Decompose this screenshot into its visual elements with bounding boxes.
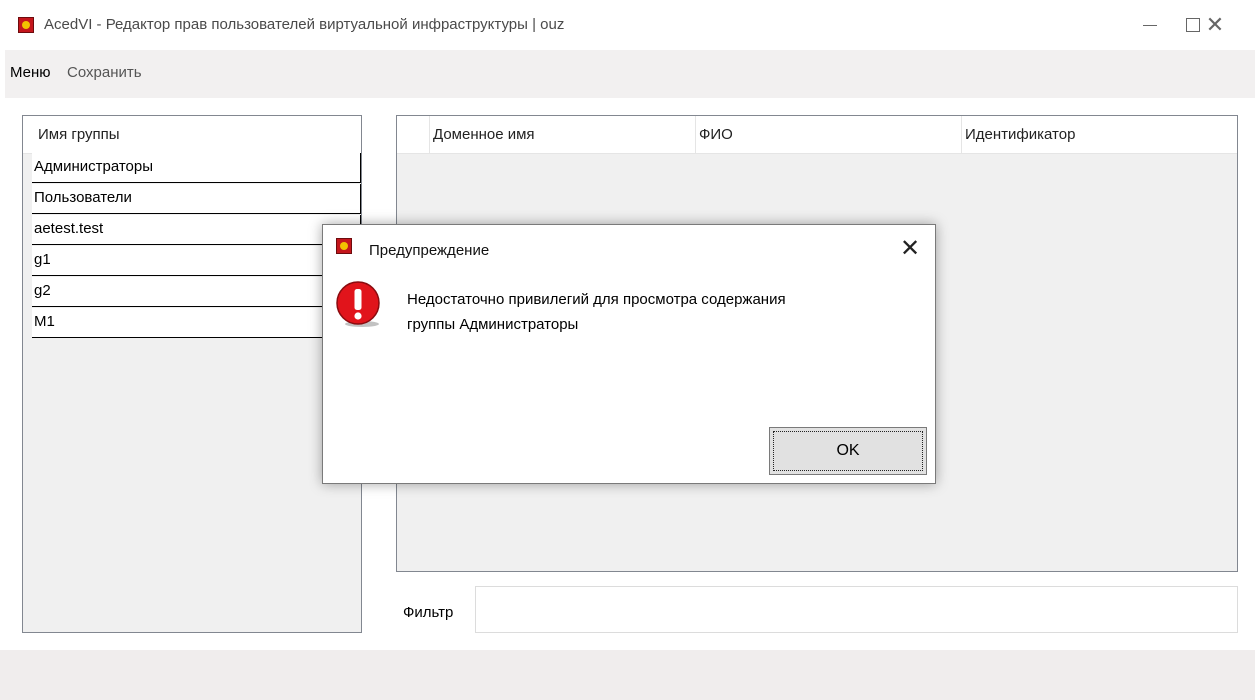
groups-column-header[interactable]: Имя группы	[23, 116, 361, 154]
groups-header-label: Имя группы	[38, 126, 120, 143]
error-exclamation-icon	[336, 281, 380, 327]
dialog-app-icon	[336, 238, 352, 254]
close-icon: ✕	[1205, 12, 1225, 37]
group-name: aetest.test	[34, 220, 104, 237]
column-label: ФИО	[699, 126, 733, 143]
group-name: Администраторы	[34, 158, 154, 175]
dialog-message-line: Недостаточно привилегий для просмотра со…	[407, 291, 786, 308]
dialog-message: Недостаточно привилегий для просмотра со…	[407, 287, 917, 337]
dialog-message-line: группы Администраторы	[407, 316, 579, 333]
close-icon: ✕	[899, 235, 921, 262]
column-full-name[interactable]: ФИО	[695, 116, 962, 153]
minimize-icon	[1143, 25, 1157, 26]
ok-button[interactable]: OK	[769, 427, 927, 475]
title-bar: AcedVI - Редактор прав пользователей вир…	[0, 0, 1255, 50]
window-close-button[interactable]: ✕	[1200, 10, 1230, 40]
group-row-aetest[interactable]: aetest.test	[32, 215, 361, 245]
dialog-close-button[interactable]: ✕	[893, 233, 927, 267]
users-table-header: Доменное имя ФИО Идентификатор	[397, 116, 1237, 154]
group-row-users[interactable]: Пользователи	[32, 184, 361, 214]
group-row-administrators[interactable]: Администраторы	[32, 153, 361, 183]
group-name: M1	[34, 313, 55, 330]
group-name: Пользователи	[34, 189, 132, 206]
column-label: Доменное имя	[433, 126, 535, 143]
groups-list[interactable]: Имя группы Администраторы Пользователи a…	[22, 115, 362, 633]
group-row-m1[interactable]: M1	[32, 308, 361, 338]
menu-bar: Меню Сохранить	[5, 50, 1255, 98]
group-name: g1	[34, 251, 51, 268]
group-row-g1[interactable]: g1	[32, 246, 361, 276]
menu-item-save[interactable]: Сохранить	[67, 64, 142, 81]
dialog-title: Предупреждение	[369, 242, 490, 259]
maximize-icon	[1186, 18, 1200, 32]
menu-item-menu[interactable]: Меню	[10, 64, 51, 81]
column-domain-name[interactable]: Доменное имя	[429, 116, 696, 153]
filter-label: Фильтр	[403, 604, 454, 621]
window-title: AcedVI - Редактор прав пользователей вир…	[44, 16, 565, 33]
column-label: Идентификатор	[965, 126, 1076, 143]
warning-dialog: Предупреждение ✕ Недостаточно привилегий…	[322, 224, 936, 484]
column-identifier[interactable]: Идентификатор	[961, 116, 1238, 153]
group-name: g2	[34, 282, 51, 299]
filter-input[interactable]	[475, 586, 1238, 633]
minimize-button[interactable]	[1135, 10, 1165, 40]
status-bar	[0, 650, 1255, 700]
group-row-g2[interactable]: g2	[32, 277, 361, 307]
app-icon	[18, 17, 34, 33]
